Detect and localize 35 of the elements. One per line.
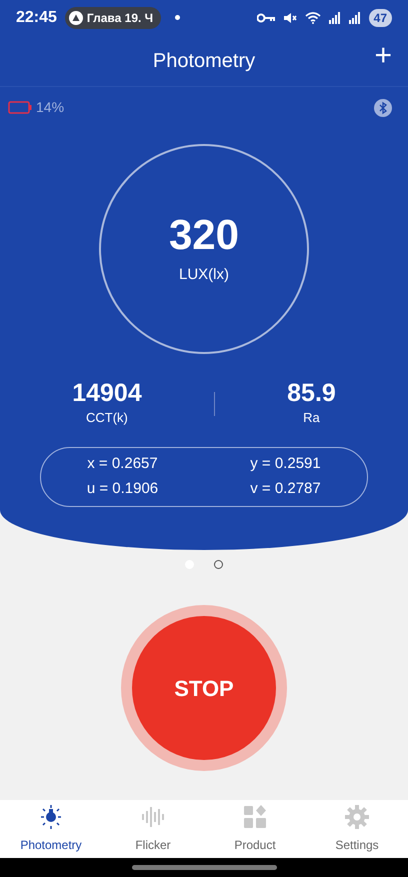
clock-text: 22:45 <box>16 8 57 28</box>
bluetooth-icon[interactable] <box>374 98 392 116</box>
notification-dot <box>175 15 180 20</box>
signal-icon <box>348 12 361 24</box>
grid-icon <box>242 804 268 830</box>
lux-value: 320 <box>168 212 240 258</box>
coordinate-text: y = 0.2591 <box>249 454 322 474</box>
battery-icon <box>8 101 32 114</box>
stat-value: 14904 <box>71 380 143 408</box>
nav-tab[interactable]: Flicker <box>102 800 204 858</box>
page-dot[interactable] <box>214 560 223 569</box>
nav-tab[interactable]: Photometry <box>0 800 102 858</box>
battery-indicator: 47 <box>368 8 392 26</box>
signal-icon <box>328 12 341 24</box>
coordinate-text: u = 0.1906 <box>86 479 160 500</box>
stat-value: 85.9 <box>286 380 337 408</box>
stat-label: Ra <box>302 408 321 426</box>
waveform-icon <box>140 804 166 830</box>
add-button[interactable]: + <box>374 41 392 71</box>
settings-icon <box>344 804 370 830</box>
mute-icon <box>282 12 297 24</box>
lux-unit: LUX(lx) <box>178 264 229 285</box>
notification-chip: Глава 19. Ч <box>64 6 162 28</box>
nav-tab[interactable]: Product <box>204 800 306 858</box>
coordinate-text: v = 0.2787 <box>249 479 322 500</box>
nav-tab[interactable]: Settings <box>306 800 408 858</box>
page-title: Photometry <box>152 48 256 74</box>
stat-label: CCT(k) <box>85 408 129 427</box>
app-icon <box>68 10 83 24</box>
bulb-icon <box>38 804 64 830</box>
wifi-icon <box>304 12 321 24</box>
stop-button[interactable]: STOP <box>132 616 276 760</box>
coordinate-text: x = 0.2657 <box>86 454 159 474</box>
battery-text: 14% <box>36 98 64 117</box>
key-icon <box>256 12 275 22</box>
